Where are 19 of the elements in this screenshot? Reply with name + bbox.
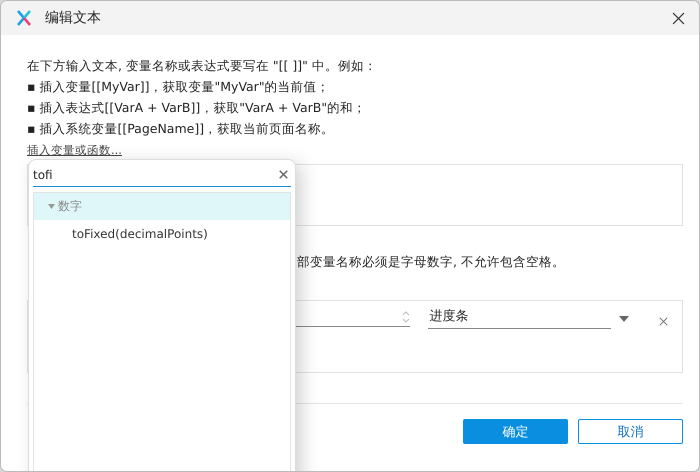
instruction-text: ▪ 插入表达式[[VarA + VarB]]，获取"VarA + VarB"的和；: [27, 99, 368, 117]
search-field[interactable]: tofi: [33, 164, 291, 186]
spinner-icon: [402, 310, 410, 324]
instruction-text: 在下方输入文本, 变量名称或表达式要写在 "[[ ]]" 中。例如：: [27, 57, 378, 75]
note-text: 部变量名称必须是字母数字, 不允许包含空格。: [296, 254, 566, 271]
tree-item[interactable]: toFixed(decimalPoints): [34, 220, 290, 247]
caret-icon: [48, 204, 55, 210]
insert-link[interactable]: 插入变量或函数...: [27, 143, 122, 157]
confirm-button[interactable]: 确定: [463, 419, 568, 444]
remove-icon[interactable]: [659, 317, 668, 326]
window-title: 编辑文本: [45, 9, 102, 27]
dropdown-caret-icon[interactable]: [619, 316, 629, 322]
app-logo-icon: [17, 10, 31, 26]
cancel-button[interactable]: 取消: [578, 419, 683, 444]
clear-icon[interactable]: [279, 170, 288, 179]
instruction-text: ▪ 插入变量[[MyVar]]，获取变量"MyVar"的当前值；: [27, 78, 331, 96]
instruction-text: ▪ 插入系统变量[[PageName]]，获取当前页面名称。: [27, 120, 336, 138]
close-icon[interactable]: [672, 12, 685, 24]
widget-select[interactable]: 进度条: [428, 307, 612, 329]
